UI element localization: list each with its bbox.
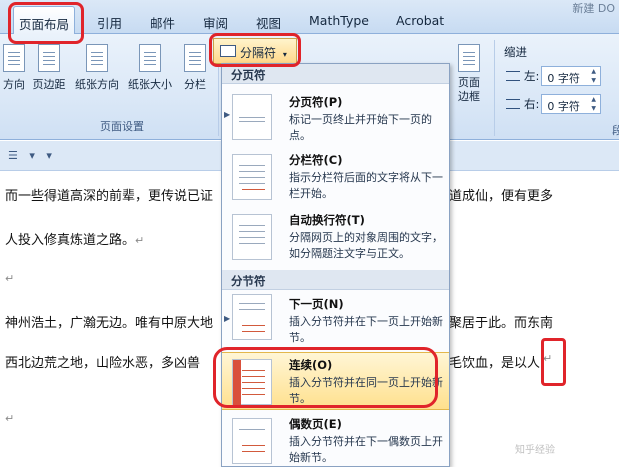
tab-view[interactable]: 视图 <box>256 13 281 32</box>
doc-line: 人投入修真炼道之路。↵ <box>5 229 144 248</box>
doc-line: 西北边荒之地，山险水恶，多凶兽 毛饮血，是以人 ↵ <box>5 352 552 371</box>
paragraph-mark: ↵ <box>5 272 15 285</box>
paper-size-icon <box>139 44 161 72</box>
menu-item-title: 自动换行符(T) <box>289 213 365 227</box>
columns-button[interactable]: 分栏 <box>181 44 209 92</box>
page-border-icon <box>458 44 480 72</box>
group-label-paragraph: 段 <box>612 124 619 137</box>
annotation-highlight-cursor <box>541 338 566 386</box>
indicator-icon: ▶ <box>224 314 231 323</box>
column-break-icon <box>232 154 272 200</box>
watermark: 知乎经验 <box>515 445 555 456</box>
menu-item-title: 分页符(P) <box>289 95 343 109</box>
size-button[interactable]: 纸张大小 <box>124 44 176 92</box>
orientation-label: 纸张方向 <box>75 78 119 91</box>
paragraph-mark: ↵ <box>5 412 15 425</box>
menu-item-even-page[interactable]: 偶数页(E) 插入分节符并在下一偶数页上开始新节。 <box>222 412 449 467</box>
annotation-highlight-breaks <box>209 33 301 67</box>
page-borders-button[interactable]: 页面 边框 <box>452 44 486 104</box>
menu-item-desc: 插入分节符并在下一页上开始新节。 <box>289 315 443 344</box>
page-break-icon <box>232 94 272 140</box>
ruler-toggle-icon[interactable]: ☰ ▾ ▾ <box>8 149 56 162</box>
section-header-page-breaks: 分页符 <box>222 64 449 84</box>
group-label-page-setup: 页面设置 <box>100 120 144 133</box>
annotation-highlight-continuous <box>213 347 438 408</box>
menu-item-page-break[interactable]: ▶ 分页符(P) 标记一页终止并开始下一页的点。 <box>222 86 449 148</box>
doc-line-tail: 毛饮血，是以人 <box>449 356 541 371</box>
ribbon-tab-strip: 新建 DO 页面布局 引用 邮件 审阅 视图 MathType Acrobat <box>0 0 619 35</box>
menu-item-desc: 插入分节符并在下一偶数页上开始新节。 <box>289 435 443 464</box>
doc-line-text: 而一些得道高深的前辈，更传说已证 <box>5 189 214 204</box>
text-wrapping-break-icon <box>232 214 272 260</box>
menu-item-title: 分栏符(C) <box>289 153 343 167</box>
columns-label: 分栏 <box>184 78 206 91</box>
doc-line-tail: 道成仙，便有更多 <box>449 189 554 204</box>
doc-line: 而一些得道高深的前辈，更传说已证 道成仙，便有更多 <box>5 185 553 204</box>
margins-icon <box>38 44 60 72</box>
doc-line: ↵ <box>5 411 14 426</box>
orientation-button[interactable]: 纸张方向 <box>72 44 122 92</box>
window-title-fragment: 新建 DO <box>572 2 615 15</box>
text-direction-label: 方向 <box>3 78 25 91</box>
tab-mathtype[interactable]: MathType <box>309 13 369 28</box>
tab-review[interactable]: 审阅 <box>203 13 228 32</box>
indent-left-row: 左: 0 字符 <box>506 66 602 86</box>
size-label: 纸张大小 <box>128 78 172 91</box>
next-page-icon <box>232 294 272 340</box>
doc-line-text: 人投入修真炼道之路。 <box>5 233 136 248</box>
indicator-icon: ▶ <box>224 110 231 119</box>
group-separator <box>494 40 495 136</box>
tab-references[interactable]: 引用 <box>97 13 122 32</box>
indent-right-spinner[interactable]: 0 字符 <box>541 94 602 114</box>
indent-right-row: 右: 0 字符 <box>506 94 602 114</box>
menu-item-desc: 标记一页终止并开始下一页的点。 <box>289 113 432 142</box>
annotation-highlight-tab <box>8 2 84 44</box>
tab-acrobat[interactable]: Acrobat <box>396 13 444 28</box>
indent-left-icon <box>506 71 520 81</box>
margins-button[interactable]: 页边距 <box>30 44 68 92</box>
menu-item-next-page[interactable]: ▶ 下一页(N) 插入分节符并在下一页上开始新节。 <box>222 292 449 350</box>
page-borders-label: 页面 边框 <box>458 76 480 103</box>
orientation-icon <box>86 44 108 72</box>
doc-line-text: 西北边荒之地，山险水恶，多凶兽 <box>5 356 201 371</box>
indent-left-spinner[interactable]: 0 字符 <box>541 66 602 86</box>
doc-line-tail: 聚居于此。而东南 <box>449 316 554 331</box>
indent-title: 缩进 <box>504 45 527 59</box>
menu-item-desc: 分隔网页上的对象周围的文字，如分隔题注文字与正文。 <box>289 231 443 260</box>
indent-right-label: 右: <box>524 97 540 111</box>
text-direction-icon <box>3 44 25 72</box>
even-page-icon <box>232 418 272 464</box>
paragraph-mark: ↵ <box>135 234 145 247</box>
text-direction-button[interactable]: 方向 <box>0 44 28 92</box>
menu-item-title: 偶数页(E) <box>289 417 342 431</box>
indent-left-label: 左: <box>524 69 540 83</box>
columns-icon <box>184 44 206 72</box>
margins-label: 页边距 <box>32 78 66 91</box>
section-header-section-breaks: 分节符 <box>222 270 449 290</box>
indent-right-icon <box>506 99 520 109</box>
doc-line-text: 神州浩土，广瀚无边。唯有中原大地 <box>5 316 214 331</box>
doc-line: 神州浩土，广瀚无边。唯有中原大地 聚居于此。而东南 <box>5 312 553 331</box>
doc-line: ↵ <box>5 271 14 286</box>
menu-item-column-break[interactable]: 分栏符(C) 指示分栏符后面的文字将从下一栏开始。 <box>222 148 449 208</box>
menu-item-title: 下一页(N) <box>289 297 344 311</box>
menu-item-desc: 指示分栏符后面的文字将从下一栏开始。 <box>289 171 443 200</box>
menu-item-text-wrapping-break[interactable]: 自动换行符(T) 分隔网页上的对象周围的文字，如分隔题注文字与正文。 <box>222 208 449 268</box>
tab-mailings[interactable]: 邮件 <box>150 13 175 32</box>
